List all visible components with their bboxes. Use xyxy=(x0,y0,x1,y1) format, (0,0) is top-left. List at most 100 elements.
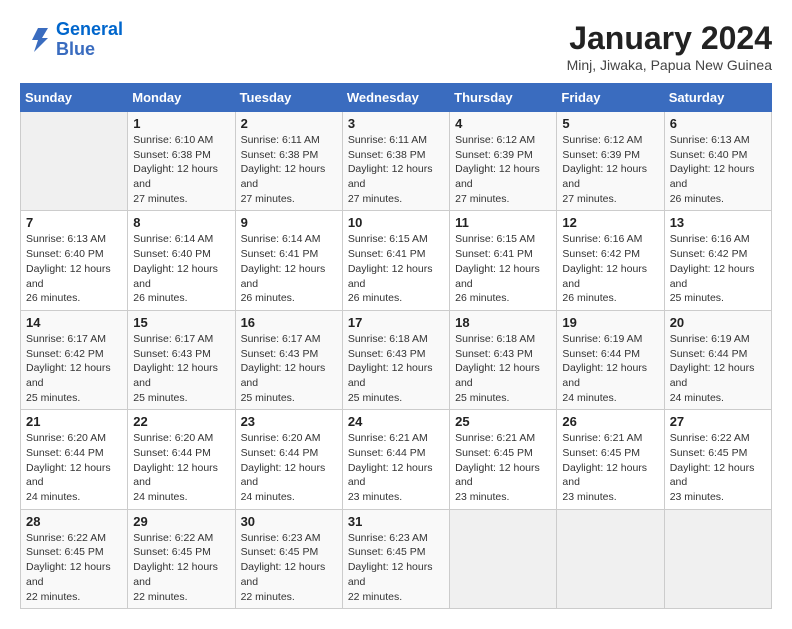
day-info: Sunrise: 6:22 AMSunset: 6:45 PMDaylight:… xyxy=(133,531,229,604)
day-number: 7 xyxy=(26,215,122,230)
day-number: 11 xyxy=(455,215,551,230)
day-info: Sunrise: 6:21 AMSunset: 6:45 PMDaylight:… xyxy=(562,431,658,504)
calendar-cell: 6 Sunrise: 6:13 AMSunset: 6:40 PMDaylight… xyxy=(664,112,771,211)
day-number: 29 xyxy=(133,514,229,529)
calendar-cell: 9 Sunrise: 6:14 AMSunset: 6:41 PMDaylight… xyxy=(235,211,342,310)
calendar-cell: 26 Sunrise: 6:21 AMSunset: 6:45 PMDayligh… xyxy=(557,410,664,509)
calendar-cell: 27 Sunrise: 6:22 AMSunset: 6:45 PMDayligh… xyxy=(664,410,771,509)
day-number: 28 xyxy=(26,514,122,529)
day-number: 27 xyxy=(670,414,766,429)
weekday-header: Saturday xyxy=(664,84,771,112)
day-number: 4 xyxy=(455,116,551,131)
day-number: 21 xyxy=(26,414,122,429)
calendar-cell: 8 Sunrise: 6:14 AMSunset: 6:40 PMDaylight… xyxy=(128,211,235,310)
weekday-header: Friday xyxy=(557,84,664,112)
calendar-cell: 25 Sunrise: 6:21 AMSunset: 6:45 PMDayligh… xyxy=(450,410,557,509)
day-info: Sunrise: 6:20 AMSunset: 6:44 PMDaylight:… xyxy=(26,431,122,504)
day-info: Sunrise: 6:11 AMSunset: 6:38 PMDaylight:… xyxy=(241,133,337,206)
day-number: 8 xyxy=(133,215,229,230)
day-number: 6 xyxy=(670,116,766,131)
day-number: 30 xyxy=(241,514,337,529)
day-info: Sunrise: 6:13 AMSunset: 6:40 PMDaylight:… xyxy=(26,232,122,305)
title-block: January 2024 Minj, Jiwaka, Papua New Gui… xyxy=(567,20,772,73)
day-number: 15 xyxy=(133,315,229,330)
day-number: 14 xyxy=(26,315,122,330)
day-number: 24 xyxy=(348,414,444,429)
day-info: Sunrise: 6:23 AMSunset: 6:45 PMDaylight:… xyxy=(348,531,444,604)
day-number: 23 xyxy=(241,414,337,429)
day-info: Sunrise: 6:18 AMSunset: 6:43 PMDaylight:… xyxy=(348,332,444,405)
calendar-cell: 19 Sunrise: 6:19 AMSunset: 6:44 PMDayligh… xyxy=(557,310,664,409)
day-info: Sunrise: 6:23 AMSunset: 6:45 PMDaylight:… xyxy=(241,531,337,604)
day-info: Sunrise: 6:16 AMSunset: 6:42 PMDaylight:… xyxy=(562,232,658,305)
calendar-cell: 14 Sunrise: 6:17 AMSunset: 6:42 PMDayligh… xyxy=(21,310,128,409)
day-number: 10 xyxy=(348,215,444,230)
day-number: 18 xyxy=(455,315,551,330)
calendar-cell: 31 Sunrise: 6:23 AMSunset: 6:45 PMDayligh… xyxy=(342,509,449,608)
calendar-cell xyxy=(664,509,771,608)
day-number: 9 xyxy=(241,215,337,230)
calendar-table: SundayMondayTuesdayWednesdayThursdayFrid… xyxy=(20,83,772,609)
day-info: Sunrise: 6:14 AMSunset: 6:41 PMDaylight:… xyxy=(241,232,337,305)
calendar-cell: 5 Sunrise: 6:12 AMSunset: 6:39 PMDaylight… xyxy=(557,112,664,211)
logo-icon xyxy=(20,24,52,56)
day-number: 5 xyxy=(562,116,658,131)
calendar-cell: 15 Sunrise: 6:17 AMSunset: 6:43 PMDayligh… xyxy=(128,310,235,409)
month-title: January 2024 xyxy=(567,20,772,57)
day-info: Sunrise: 6:19 AMSunset: 6:44 PMDaylight:… xyxy=(670,332,766,405)
day-info: Sunrise: 6:20 AMSunset: 6:44 PMDaylight:… xyxy=(133,431,229,504)
calendar-cell: 16Sunrise: 6:17 AMSunset: 6:43 PMDayligh… xyxy=(235,310,342,409)
calendar-cell: 3 Sunrise: 6:11 AMSunset: 6:38 PMDaylight… xyxy=(342,112,449,211)
weekday-header: Tuesday xyxy=(235,84,342,112)
calendar-cell: 18 Sunrise: 6:18 AMSunset: 6:43 PMDayligh… xyxy=(450,310,557,409)
day-info: Sunrise: 6:12 AMSunset: 6:39 PMDaylight:… xyxy=(562,133,658,206)
day-info: Sunrise: 6:17 AMSunset: 6:43 PMDaylight:… xyxy=(133,332,229,405)
day-number: 17 xyxy=(348,315,444,330)
calendar-cell: 20 Sunrise: 6:19 AMSunset: 6:44 PMDayligh… xyxy=(664,310,771,409)
day-number: 31 xyxy=(348,514,444,529)
day-number: 13 xyxy=(670,215,766,230)
weekday-header: Monday xyxy=(128,84,235,112)
calendar-cell: 2Sunrise: 6:11 AMSunset: 6:38 PMDaylight… xyxy=(235,112,342,211)
day-number: 1 xyxy=(133,116,229,131)
day-number: 12 xyxy=(562,215,658,230)
day-info: Sunrise: 6:18 AMSunset: 6:43 PMDaylight:… xyxy=(455,332,551,405)
day-info: Sunrise: 6:19 AMSunset: 6:44 PMDaylight:… xyxy=(562,332,658,405)
calendar-week-row: 14 Sunrise: 6:17 AMSunset: 6:42 PMDayligh… xyxy=(21,310,772,409)
weekday-header: Wednesday xyxy=(342,84,449,112)
calendar-header-row: SundayMondayTuesdayWednesdayThursdayFrid… xyxy=(21,84,772,112)
day-info: Sunrise: 6:10 AMSunset: 6:38 PMDaylight:… xyxy=(133,133,229,206)
day-info: Sunrise: 6:16 AMSunset: 6:42 PMDaylight:… xyxy=(670,232,766,305)
calendar-week-row: 21 Sunrise: 6:20 AMSunset: 6:44 PMDayligh… xyxy=(21,410,772,509)
calendar-cell: 4 Sunrise: 6:12 AMSunset: 6:39 PMDaylight… xyxy=(450,112,557,211)
calendar-cell: 11 Sunrise: 6:15 AMSunset: 6:41 PMDayligh… xyxy=(450,211,557,310)
day-info: Sunrise: 6:22 AMSunset: 6:45 PMDaylight:… xyxy=(26,531,122,604)
calendar-cell: 17 Sunrise: 6:18 AMSunset: 6:43 PMDayligh… xyxy=(342,310,449,409)
calendar-cell: 28 Sunrise: 6:22 AMSunset: 6:45 PMDayligh… xyxy=(21,509,128,608)
calendar-cell xyxy=(450,509,557,608)
day-number: 20 xyxy=(670,315,766,330)
calendar-cell: 30 Sunrise: 6:23 AMSunset: 6:45 PMDayligh… xyxy=(235,509,342,608)
weekday-header: Thursday xyxy=(450,84,557,112)
logo-text: General Blue xyxy=(56,20,123,60)
day-number: 16 xyxy=(241,315,337,330)
day-info: Sunrise: 6:11 AMSunset: 6:38 PMDaylight:… xyxy=(348,133,444,206)
day-info: Sunrise: 6:22 AMSunset: 6:45 PMDaylight:… xyxy=(670,431,766,504)
day-info: Sunrise: 6:17 AMSunset: 6:42 PMDaylight:… xyxy=(26,332,122,405)
day-info: Sunrise: 6:12 AMSunset: 6:39 PMDaylight:… xyxy=(455,133,551,206)
day-info: Sunrise: 6:21 AMSunset: 6:45 PMDaylight:… xyxy=(455,431,551,504)
calendar-week-row: 7 Sunrise: 6:13 AMSunset: 6:40 PMDaylight… xyxy=(21,211,772,310)
calendar-cell: 22 Sunrise: 6:20 AMSunset: 6:44 PMDayligh… xyxy=(128,410,235,509)
day-number: 3 xyxy=(348,116,444,131)
logo-line1: General xyxy=(56,19,123,39)
day-info: Sunrise: 6:15 AMSunset: 6:41 PMDaylight:… xyxy=(455,232,551,305)
day-number: 26 xyxy=(562,414,658,429)
day-number: 25 xyxy=(455,414,551,429)
day-info: Sunrise: 6:13 AMSunset: 6:40 PMDaylight:… xyxy=(670,133,766,206)
day-number: 19 xyxy=(562,315,658,330)
day-info: Sunrise: 6:14 AMSunset: 6:40 PMDaylight:… xyxy=(133,232,229,305)
calendar-cell: 13 Sunrise: 6:16 AMSunset: 6:42 PMDayligh… xyxy=(664,211,771,310)
day-number: 22 xyxy=(133,414,229,429)
location: Minj, Jiwaka, Papua New Guinea xyxy=(567,57,772,73)
calendar-cell: 23Sunrise: 6:20 AMSunset: 6:44 PMDayligh… xyxy=(235,410,342,509)
